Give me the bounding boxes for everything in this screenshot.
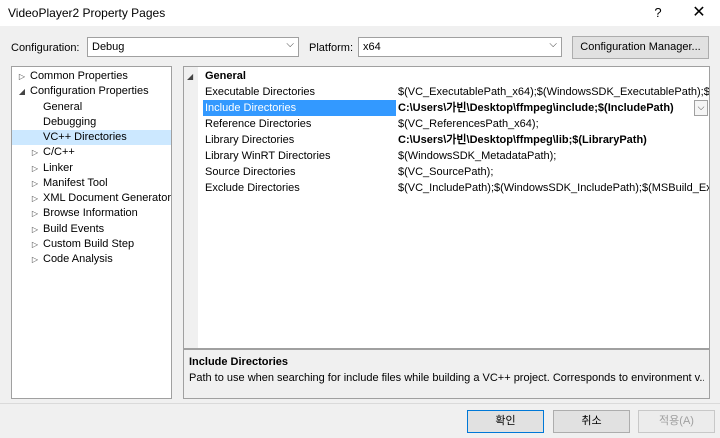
property-name[interactable]: Executable Directories bbox=[203, 84, 396, 100]
cancel-button[interactable]: 취소 bbox=[553, 410, 630, 433]
expand-icon[interactable]: ▷ bbox=[30, 161, 40, 176]
description-panel: Include Directories Path to use when sea… bbox=[183, 349, 710, 399]
property-row[interactable]: Executable Directories $(VC_ExecutablePat… bbox=[184, 84, 709, 100]
category-tree: ▷ Common Properties ◢ Configuration Propert… bbox=[11, 66, 172, 399]
property-row[interactable]: Library WinRT Directories $(WindowsSDK_Me… bbox=[184, 148, 709, 164]
tree-item[interactable]: ◢ Configuration Properties bbox=[12, 84, 171, 99]
tree-item-label: Build Events bbox=[43, 222, 105, 235]
platform-label: Platform: bbox=[309, 42, 354, 54]
property-name[interactable]: Exclude Directories bbox=[203, 180, 396, 196]
description-text: Path to use when searching for include f… bbox=[189, 372, 704, 384]
tree-item[interactable]: ▷ Linker bbox=[12, 161, 171, 176]
tree-item-label: VC++ Directories bbox=[43, 131, 127, 143]
tree-item-label: C/C++ bbox=[43, 146, 75, 159]
property-grid: ◢ General Executable Directories $(VC_Exe… bbox=[183, 66, 710, 349]
expand-icon[interactable]: ▷ bbox=[30, 176, 40, 191]
tree-item[interactable]: ▷ C/C++ bbox=[12, 145, 171, 160]
description-title: Include Directories bbox=[189, 356, 289, 368]
property-name[interactable]: Library Directories bbox=[203, 132, 396, 148]
configuration-value: Debug bbox=[92, 41, 125, 53]
title-bar: VideoPlayer2 Property Pages ? ✕ bbox=[0, 0, 720, 26]
property-name[interactable]: Library WinRT Directories bbox=[203, 148, 396, 164]
tree-item[interactable]: Debugging bbox=[12, 115, 171, 130]
tree-item-label: Custom Build Step bbox=[43, 237, 135, 250]
footer-separator bbox=[0, 403, 720, 404]
property-name[interactable]: Include Directories bbox=[203, 100, 396, 116]
expand-icon[interactable]: ▷ bbox=[30, 206, 40, 221]
tree-item[interactable]: ▷ Browse Information bbox=[12, 206, 171, 221]
property-name[interactable]: Source Directories bbox=[203, 164, 396, 180]
tree-item[interactable]: ▷ Manifest Tool bbox=[12, 176, 171, 191]
expand-icon[interactable]: ▷ bbox=[30, 145, 40, 160]
property-value[interactable]: $(VC_ExecutablePath_x64);$(WindowsSDK_Ex… bbox=[398, 84, 709, 100]
configuration-manager-button[interactable]: Configuration Manager... bbox=[572, 36, 709, 59]
tree-item[interactable]: ▷ Build Events bbox=[12, 222, 171, 237]
property-value[interactable]: $(VC_IncludePath);$(WindowsSDK_IncludePa… bbox=[398, 180, 709, 196]
tree-item-label: Manifest Tool bbox=[43, 176, 108, 189]
help-icon[interactable]: ? bbox=[646, 3, 670, 23]
tree-item-label: Browse Information bbox=[43, 207, 138, 220]
close-icon[interactable]: ✕ bbox=[686, 3, 712, 23]
expand-icon[interactable]: ▷ bbox=[30, 222, 40, 237]
tree-item-label: XML Document Generator bbox=[43, 192, 171, 204]
configuration-select[interactable]: Debug ⌵ bbox=[87, 37, 299, 57]
expand-icon[interactable]: ◢ bbox=[187, 69, 193, 84]
chevron-down-icon: ⌵ bbox=[286, 39, 294, 50]
expand-icon[interactable]: ▷ bbox=[30, 252, 40, 267]
tree-item[interactable]: VC++ Directories bbox=[12, 130, 171, 145]
tree-item-label: Common Properties bbox=[30, 70, 128, 82]
property-value[interactable]: $(VC_ReferencesPath_x64); bbox=[398, 116, 709, 132]
property-value[interactable]: C:\Users\가빈\Desktop\ffmpeg\lib;$(Library… bbox=[398, 132, 709, 148]
collapse-icon[interactable]: ◢ bbox=[17, 84, 27, 99]
property-row[interactable]: Reference Directories $(VC_ReferencesPath… bbox=[184, 116, 709, 132]
property-row[interactable]: Source Directories $(VC_SourcePath); bbox=[184, 164, 709, 180]
category-header-general[interactable]: ◢ General bbox=[184, 69, 709, 84]
tree-item-label: General bbox=[43, 100, 83, 113]
property-value[interactable]: C:\Users\가빈\Desktop\ffmpeg\include;$(Inc… bbox=[398, 100, 690, 116]
property-row[interactable]: Include Directories C:\Users\가빈\Desktop\f… bbox=[184, 100, 709, 116]
chevron-down-icon: ⌵ bbox=[549, 39, 557, 50]
property-value[interactable]: $(VC_SourcePath); bbox=[398, 164, 709, 180]
tree-item-label: Linker bbox=[43, 161, 73, 174]
tree-item[interactable]: ▷ Custom Build Step bbox=[12, 237, 171, 252]
property-value[interactable]: $(WindowsSDK_MetadataPath); bbox=[398, 148, 709, 164]
platform-select[interactable]: x64 ⌵ bbox=[358, 37, 562, 57]
window-title: VideoPlayer2 Property Pages bbox=[8, 6, 166, 20]
tree-item-label: Debugging bbox=[43, 115, 97, 128]
platform-value: x64 bbox=[363, 41, 381, 53]
category-label: General bbox=[205, 70, 246, 82]
configuration-label: Configuration: bbox=[11, 42, 80, 54]
tree-item[interactable]: ▷ Code Analysis bbox=[12, 252, 171, 267]
expand-icon[interactable]: ▷ bbox=[17, 69, 27, 84]
expand-icon[interactable]: ▷ bbox=[30, 237, 40, 252]
tree-item-label: Code Analysis bbox=[43, 253, 113, 265]
tree-item[interactable]: ▷ Common Properties bbox=[12, 69, 171, 84]
apply-button[interactable]: 적용(A) bbox=[638, 410, 715, 433]
chevron-down-icon[interactable]: ⌵ bbox=[694, 100, 708, 116]
expand-icon[interactable]: ▷ bbox=[30, 191, 40, 206]
tree-item[interactable]: ▷ XML Document Generator bbox=[12, 191, 171, 206]
ok-button[interactable]: 확인 bbox=[467, 410, 544, 433]
tree-item-label: Configuration Properties bbox=[30, 85, 149, 98]
property-row[interactable]: Library Directories C:\Users\가빈\Desktop\f… bbox=[184, 132, 709, 148]
property-name[interactable]: Reference Directories bbox=[203, 116, 396, 132]
tree-item[interactable]: General bbox=[12, 100, 171, 115]
property-row[interactable]: Exclude Directories $(VC_IncludePath);$(W… bbox=[184, 180, 709, 196]
